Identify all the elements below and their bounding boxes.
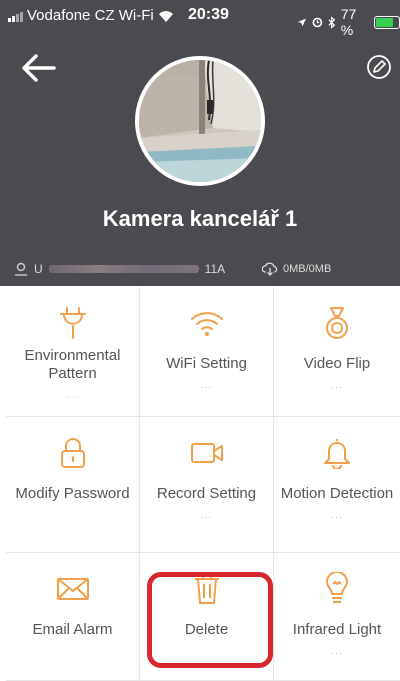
infrared-light-button[interactable]: Infrared Light ... (274, 553, 400, 681)
video-flip-button[interactable]: Video Flip ... (274, 287, 400, 417)
setting-value: ... (200, 509, 213, 521)
setting-label: Motion Detection (280, 485, 394, 502)
flip-icon (326, 307, 348, 339)
setting-value: ... (330, 509, 344, 521)
lightbulb-icon (326, 572, 348, 603)
setting-value: ... (330, 379, 344, 391)
motion-detection-button[interactable]: Motion Detection ... (274, 417, 400, 553)
uid-suffix: 11A (204, 262, 226, 276)
trash-icon (194, 574, 219, 604)
wifi-status-icon (158, 10, 173, 22)
video-camera-icon (190, 443, 223, 463)
setting-label: Video Flip (303, 355, 371, 372)
device-uid: U 11A (14, 262, 225, 276)
setting-label: WiFi Setting (166, 355, 247, 372)
setting-value: ... (66, 389, 79, 401)
edit-icon[interactable] (364, 52, 394, 82)
settings-grid: Environmental Pattern ... WiFi Setting .… (6, 287, 400, 681)
status-bar: Vodafone CZ Wi-Fi 20:39 77 % (0, 0, 400, 38)
storage-label: 0MB/0MB (283, 263, 332, 275)
user-icon (15, 262, 27, 276)
uid-prefix: U (34, 262, 43, 276)
setting-label: Email Alarm (32, 621, 113, 638)
back-arrow-icon[interactable] (20, 48, 60, 88)
setting-value: ... (200, 379, 213, 391)
delete-button[interactable]: Delete (140, 553, 274, 681)
camera-name: Kamera kancelář 1 (102, 206, 298, 231)
carrier-info: Vodafone CZ Wi-Fi (8, 7, 174, 24)
battery-icon (374, 15, 400, 29)
camera-thumbnail[interactable] (135, 56, 265, 186)
wifi-setting-button[interactable]: WiFi Setting ... (140, 287, 274, 417)
location-icon (297, 17, 306, 27)
app-screen: Vodafone CZ Wi-Fi 20:39 77 % Kamera kanc… (0, 0, 400, 681)
modify-password-button[interactable]: Modify Password (6, 417, 140, 553)
environmental-pattern-button[interactable]: Environmental Pattern ... (6, 287, 140, 417)
email-alarm-button[interactable]: Email Alarm (6, 553, 140, 681)
status-icons: 77 % (297, 6, 400, 38)
uid-redacted (48, 265, 199, 273)
signal-icon (8, 10, 23, 22)
setting-label: Delete (184, 621, 229, 638)
lock-icon (60, 438, 85, 468)
setting-value: ... (330, 645, 344, 657)
setting-label: Modify Password (15, 485, 130, 502)
storage-info: 0MB/0MB (262, 262, 331, 276)
record-setting-button[interactable]: Record Setting ... (140, 417, 274, 553)
camera-header: Vodafone CZ Wi-Fi 20:39 77 % Kamera kanc… (0, 0, 400, 286)
plug-icon (59, 307, 86, 339)
battery-percent: 77 % (340, 6, 357, 38)
setting-label: Record Setting (156, 485, 257, 502)
clock: 20:39 (188, 6, 229, 23)
bluetooth-icon (328, 15, 335, 29)
cloud-download-icon (262, 262, 278, 276)
camera-snapshot-image (139, 60, 261, 182)
bell-icon (324, 439, 350, 469)
wifi-icon (190, 312, 223, 336)
setting-label: Infrared Light (292, 621, 382, 638)
envelope-icon (56, 578, 89, 600)
carrier-label: Vodafone CZ Wi-Fi (27, 7, 154, 24)
alarm-icon (312, 17, 323, 28)
setting-label: Environmental Pattern (24, 347, 121, 382)
